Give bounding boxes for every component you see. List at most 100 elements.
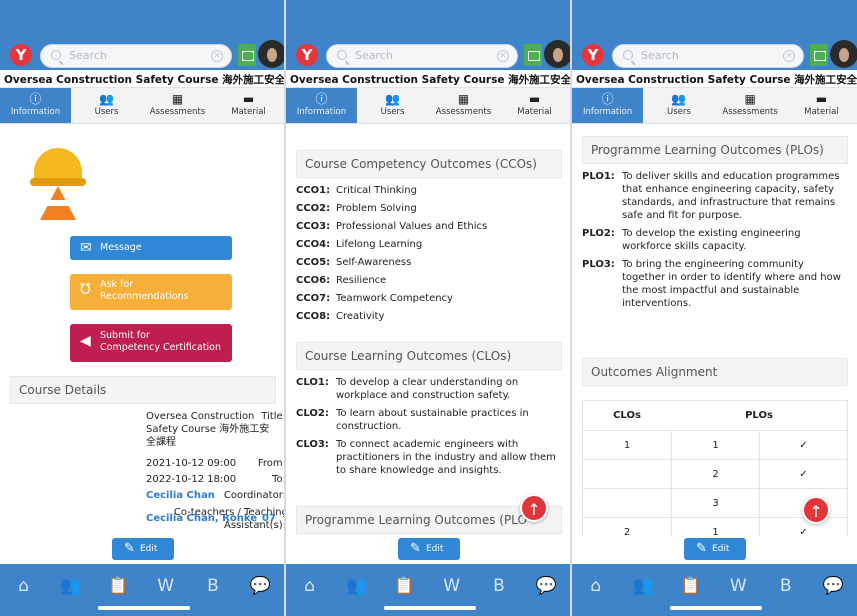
cco-code: CCO1: bbox=[296, 185, 331, 196]
search-input[interactable]: Search × bbox=[326, 44, 518, 68]
cco-text: Resilience bbox=[336, 275, 387, 286]
edit-button[interactable]: ✎ Edit bbox=[398, 538, 460, 560]
home-shortcut-icon[interactable] bbox=[524, 44, 542, 66]
tab-material[interactable]: ▬ Material bbox=[213, 88, 284, 123]
scroll-to-top-button[interactable]: ↑ bbox=[520, 494, 548, 522]
edit-label: Edit bbox=[712, 544, 730, 554]
course-title: Oversea Construction Safety Course 海外施工安… bbox=[290, 74, 570, 86]
home-shortcut-icon[interactable] bbox=[238, 44, 256, 66]
info-icon: ⓘ bbox=[29, 92, 42, 106]
list-item: CCO3: Professional Values and Ethics bbox=[296, 220, 564, 233]
home-indicator bbox=[670, 606, 762, 610]
tab-information[interactable]: ⓘ Information bbox=[286, 88, 357, 123]
tab-material[interactable]: ▬ Material bbox=[786, 88, 857, 123]
list-item: CCO7: Teamwork Competency bbox=[296, 292, 564, 305]
submit-competency-certification-button[interactable]: ◀ Submit for Competency Certification bbox=[70, 324, 232, 362]
avatar[interactable] bbox=[544, 40, 570, 68]
avatar[interactable] bbox=[258, 40, 284, 68]
wiki-icon[interactable]: W bbox=[715, 576, 763, 616]
clo-code: CLO2: bbox=[296, 408, 329, 419]
home-icon[interactable]: ⌂ bbox=[286, 576, 333, 616]
tab-assessments[interactable]: ▦ Assessments bbox=[428, 88, 499, 123]
clipboard-icon[interactable]: 📋 bbox=[381, 576, 428, 616]
users-icon[interactable]: 👥 bbox=[333, 576, 380, 616]
app-logo[interactable]: Y bbox=[296, 44, 318, 66]
clipboard-icon[interactable]: 📋 bbox=[667, 576, 715, 616]
clipboard-icon[interactable]: 📋 bbox=[95, 576, 142, 616]
clear-search-icon[interactable]: × bbox=[783, 50, 795, 62]
users-icon[interactable]: 👥 bbox=[47, 576, 94, 616]
plo-text: To develop the existing engineering work… bbox=[622, 228, 801, 252]
tab-assessments[interactable]: ▦ Assessments bbox=[142, 88, 213, 123]
avatar[interactable] bbox=[830, 40, 857, 68]
tab-information[interactable]: ⓘ Information bbox=[572, 88, 644, 123]
tab-label: Information bbox=[296, 107, 347, 117]
clear-search-icon[interactable]: × bbox=[497, 50, 509, 62]
app-logo[interactable]: Y bbox=[10, 44, 32, 66]
clo-text: To connect academic engineers with pract… bbox=[336, 439, 556, 476]
cco-list: CCO1: Critical Thinking CCO2: Problem Solv… bbox=[296, 184, 564, 328]
list-item: CLO1: To develop a clear understanding on… bbox=[296, 376, 564, 402]
course-title: Oversea Construction Safety Course 海外施工安… bbox=[576, 74, 857, 86]
blog-icon[interactable]: B bbox=[475, 576, 522, 616]
home-icon[interactable]: ⌂ bbox=[572, 576, 620, 616]
ask-label-line1: Ask for bbox=[100, 279, 134, 290]
list-item: CCO2: Problem Solving bbox=[296, 202, 564, 215]
list-item: CCO4: Lifelong Learning bbox=[296, 238, 564, 251]
clo-heading: Course Learning Outcomes (CLOs) bbox=[296, 342, 562, 370]
tab-label: Material bbox=[517, 107, 552, 117]
tab-material[interactable]: ▬ Material bbox=[499, 88, 570, 123]
edit-button[interactable]: ✎ Edit bbox=[112, 538, 174, 560]
search-input[interactable]: Search × bbox=[612, 44, 804, 68]
users-icon[interactable]: 👥 bbox=[620, 576, 668, 616]
cco-text: Creativity bbox=[336, 311, 385, 322]
tab-users[interactable]: 👥 Users bbox=[357, 88, 428, 123]
clo-text: To learn about sustainable practices in … bbox=[336, 408, 529, 432]
chat-icon[interactable]: 💬 bbox=[237, 576, 284, 616]
edit-button[interactable]: ✎ Edit bbox=[684, 538, 746, 560]
to-value: 2022-10-12 18:00 bbox=[146, 474, 237, 485]
hardhat-brim bbox=[30, 178, 86, 186]
app-logo[interactable]: Y bbox=[582, 44, 604, 66]
edit-bar: ✎ Edit bbox=[286, 536, 570, 564]
chat-icon[interactable]: 💬 bbox=[810, 576, 857, 616]
clear-search-icon[interactable]: × bbox=[211, 50, 223, 62]
search-input[interactable]: Search × bbox=[40, 44, 232, 68]
tab-users[interactable]: 👥 Users bbox=[643, 88, 714, 123]
list-item: PLO2: To develop the existing engineering… bbox=[582, 227, 850, 253]
home-shortcut-icon[interactable] bbox=[810, 44, 828, 66]
cco-text: Self-Awareness bbox=[336, 257, 412, 268]
plo-cell: 1 bbox=[671, 518, 759, 536]
info-icon: ⓘ bbox=[315, 92, 328, 106]
wiki-icon[interactable]: W bbox=[142, 576, 189, 616]
cco-code: CCO3: bbox=[296, 221, 331, 232]
material-icon: ▬ bbox=[528, 92, 541, 106]
blog-icon[interactable]: B bbox=[189, 576, 236, 616]
course-title-bar: Oversea Construction Safety Course 海外施工安… bbox=[286, 70, 570, 88]
list-item: CLO2: To learn about sustainable practice… bbox=[296, 407, 564, 433]
plo-code: PLO3: bbox=[582, 259, 615, 270]
tab-information[interactable]: ⓘ Information bbox=[0, 88, 71, 123]
clo-text: To develop a clear understanding on work… bbox=[336, 377, 519, 401]
material-icon: ▬ bbox=[815, 92, 828, 106]
message-button[interactable]: ✉ Message bbox=[70, 236, 232, 260]
info-icon: ⓘ bbox=[601, 92, 614, 106]
wiki-icon[interactable]: W bbox=[428, 576, 475, 616]
home-icon[interactable]: ⌂ bbox=[0, 576, 47, 616]
coteachers-link[interactable]: Cecilia Chan, Ronke_07 bbox=[146, 512, 284, 525]
course-details: Title: Oversea Construction Safety Cours… bbox=[0, 410, 284, 536]
coordinator-link[interactable]: Cecilia Chan bbox=[146, 489, 284, 502]
tab-assessments[interactable]: ▦ Assessments bbox=[715, 88, 786, 123]
cco-code: CCO2: bbox=[296, 203, 331, 214]
chat-icon[interactable]: 💬 bbox=[523, 576, 570, 616]
scroll-to-top-button[interactable]: ↑ bbox=[802, 496, 830, 524]
course-tabs: ⓘ Information 👥 Users ▦ Assessments ▬ Materi… bbox=[572, 88, 857, 124]
tab-users[interactable]: 👥 Users bbox=[71, 88, 142, 123]
home-indicator bbox=[98, 606, 190, 610]
course-tabs: ⓘ Information 👥 Users ▦ Assessments ▬ Materi… bbox=[0, 88, 284, 124]
ask-for-recommendations-button[interactable]: Ʊ Ask for Recommendations bbox=[70, 274, 232, 310]
cco-text: Lifelong Learning bbox=[336, 239, 423, 250]
blog-icon[interactable]: B bbox=[762, 576, 810, 616]
list-item: CLO3: To connect academic engineers with … bbox=[296, 438, 564, 477]
assessments-icon: ▦ bbox=[744, 92, 756, 106]
